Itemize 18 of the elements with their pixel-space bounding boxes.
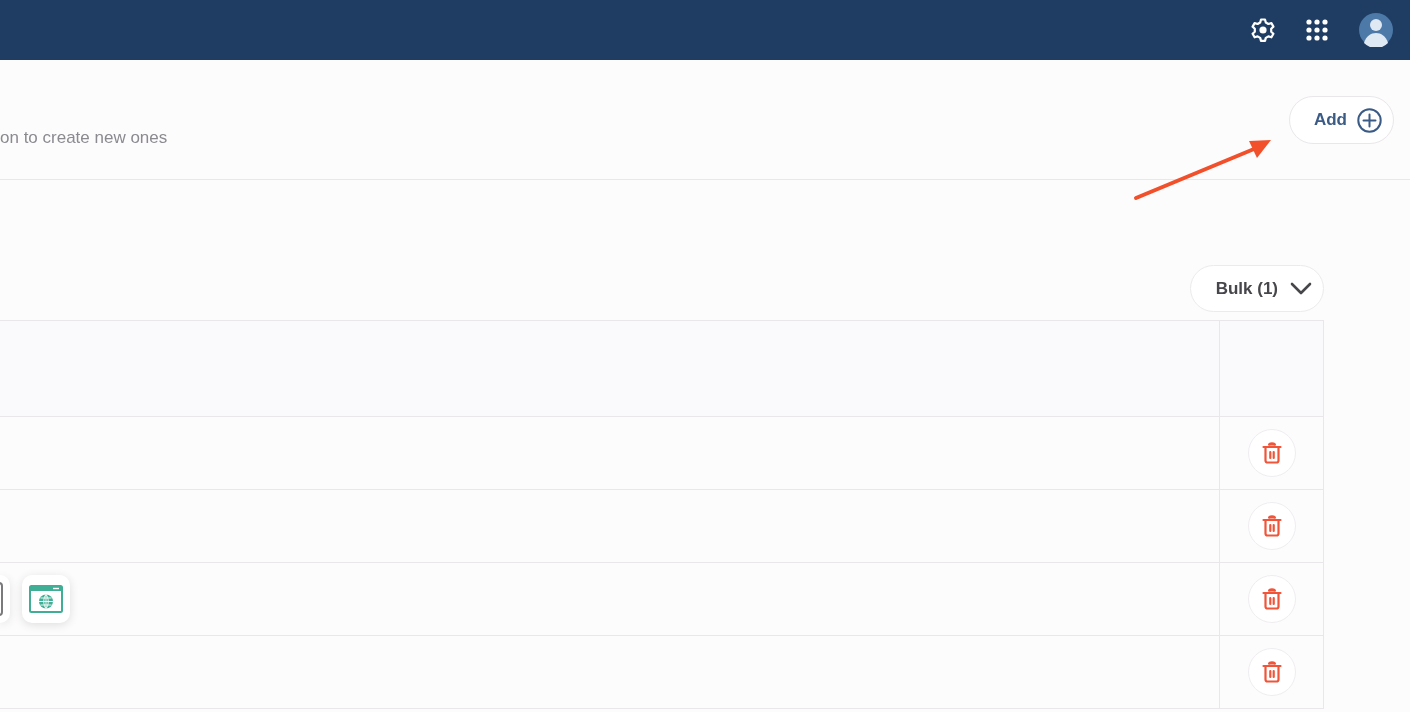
avatar-icon[interactable] bbox=[1359, 13, 1393, 47]
trash-icon bbox=[1261, 588, 1282, 610]
delete-button[interactable] bbox=[1247, 429, 1296, 477]
plus-circle-icon bbox=[1357, 107, 1382, 133]
web-browser-icon bbox=[22, 575, 70, 623]
add-button[interactable]: Add bbox=[1288, 96, 1394, 144]
delete-button[interactable] bbox=[1247, 502, 1296, 550]
tablet-icon bbox=[0, 575, 10, 623]
chevron-down-icon bbox=[1290, 282, 1312, 295]
subtitle: on to create new ones bbox=[0, 127, 168, 149]
delete-button[interactable] bbox=[1247, 648, 1296, 696]
apps-grid-icon[interactable] bbox=[1306, 19, 1328, 41]
trash-icon bbox=[1261, 515, 1282, 537]
trash-icon bbox=[1261, 661, 1282, 683]
delete-button[interactable] bbox=[1247, 575, 1296, 623]
bulk-actions-dropdown[interactable]: Bulk (1) bbox=[1189, 265, 1324, 312]
trash-icon bbox=[1261, 442, 1282, 464]
settings-icon[interactable] bbox=[1251, 18, 1275, 42]
